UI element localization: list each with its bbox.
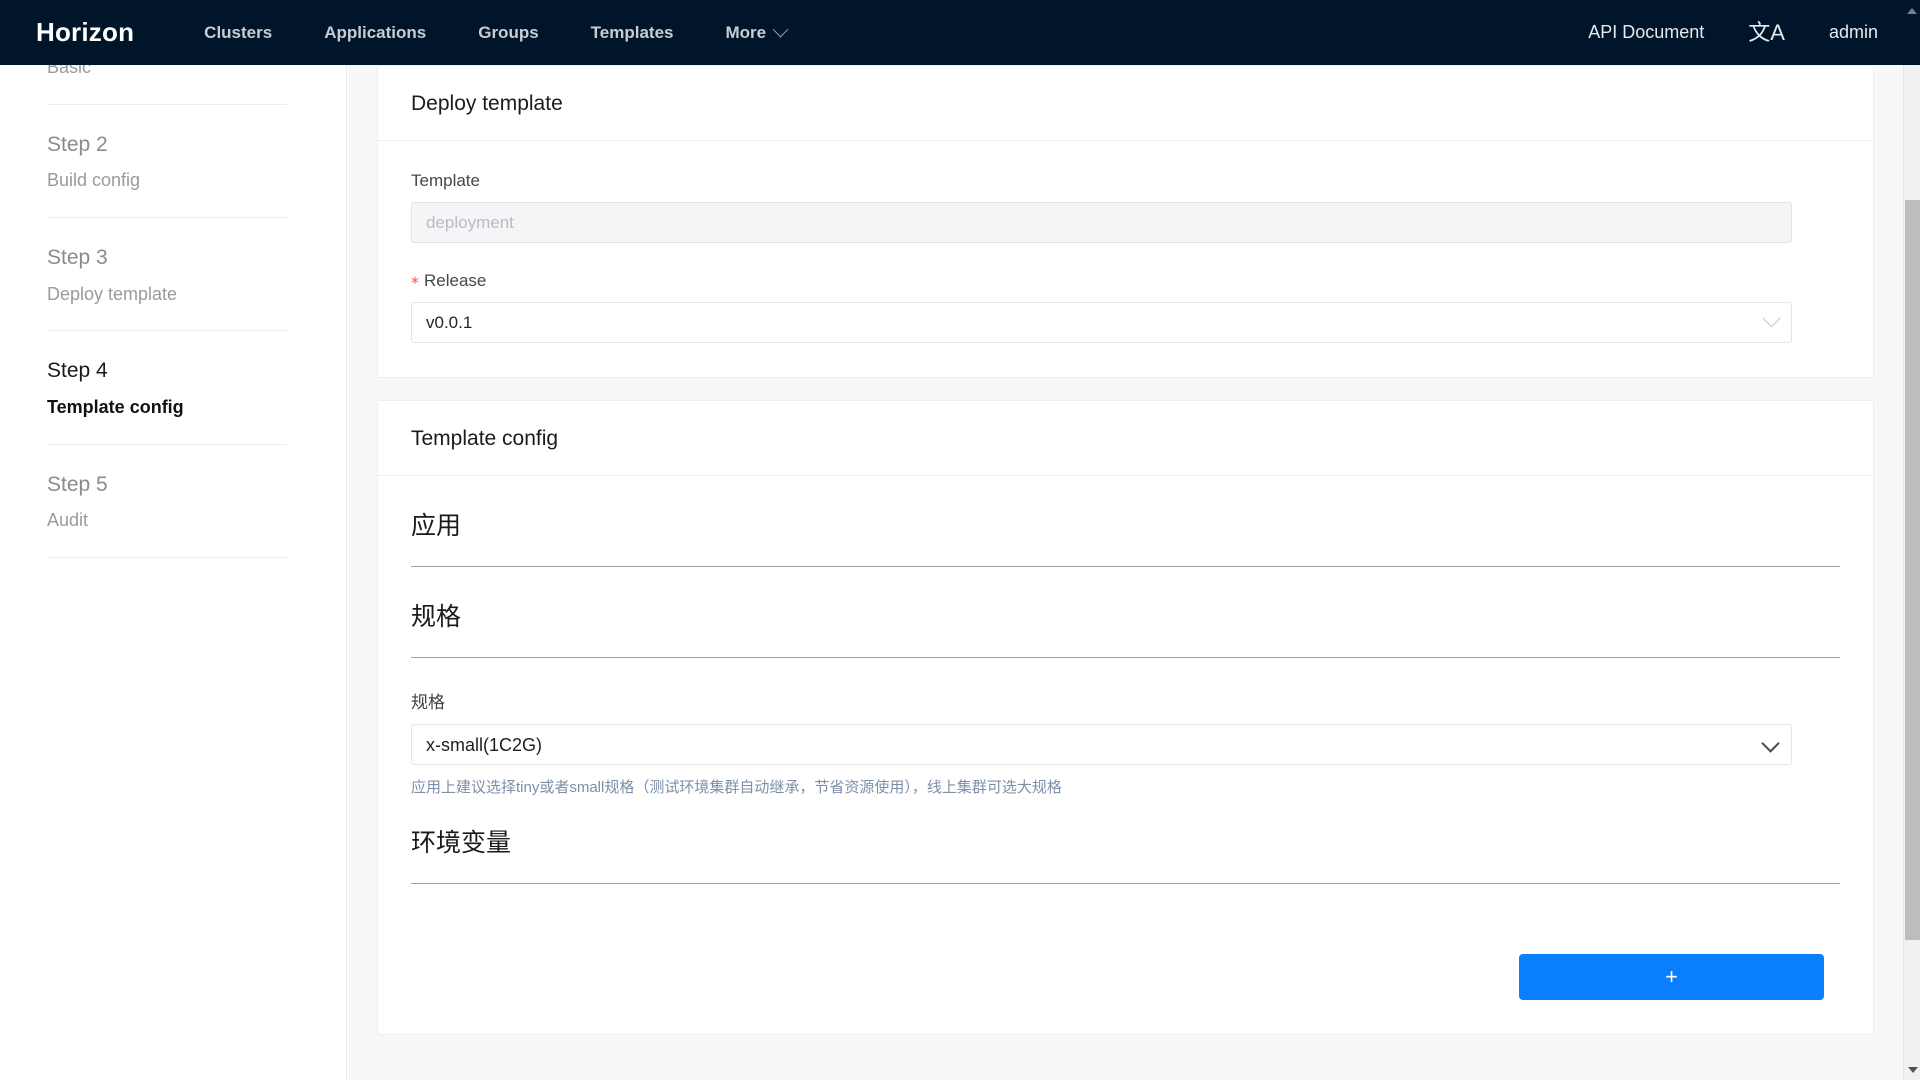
main-nav-links: Clusters Applications Groups Templates M…	[178, 23, 812, 43]
nav-item-more-label: More	[726, 23, 767, 43]
template-field-label: Template	[411, 171, 1840, 191]
nav-item-applications[interactable]: Applications	[298, 23, 452, 43]
nav-item-more[interactable]: More	[700, 23, 813, 43]
nav-item-templates[interactable]: Templates	[565, 23, 700, 43]
chevron-down-icon	[773, 22, 789, 38]
nav-item-groups-label: Groups	[478, 23, 538, 43]
release-field-label-text: Release	[424, 271, 486, 290]
template-input: deployment	[411, 202, 1792, 243]
api-document-link[interactable]: API Document	[1588, 22, 1726, 43]
sidebar-step-4-number: Step 4	[47, 355, 287, 387]
sidebar-step-2[interactable]: Step 2 Build config	[47, 105, 287, 218]
spacer	[411, 797, 1840, 823]
template-config-card: Template config 应用 规格 规格 x-small(1C2G) 应…	[377, 400, 1874, 1035]
deploy-template-card: Deploy template Template deployment * Rel…	[377, 65, 1874, 378]
add-env-variable-row: +	[411, 914, 1840, 1000]
sidebar-step-3-number: Step 3	[47, 242, 287, 274]
main-content-area: Deploy template Template deployment * Rel…	[348, 65, 1903, 1080]
release-field-label: * Release	[411, 271, 1840, 291]
sidebar-step-3-title: Deploy template	[47, 280, 287, 309]
nav-item-groups[interactable]: Groups	[452, 23, 564, 43]
add-env-variable-button[interactable]: +	[1519, 954, 1824, 1000]
sidebar-step-2-title: Build config	[47, 166, 287, 195]
nav-right-group: API Document 文A admin	[1588, 0, 1878, 65]
chevron-down-icon	[1762, 309, 1780, 327]
sidebar-step-3[interactable]: Step 3 Deploy template	[47, 218, 287, 331]
nav-item-applications-label: Applications	[324, 23, 426, 43]
section-heading-application: 应用	[411, 506, 1840, 567]
spec-field-label: 规格	[411, 688, 1840, 713]
top-navigation-bar: Horizon Clusters Applications Groups Tem…	[0, 0, 1920, 65]
spec-select[interactable]: x-small(1C2G)	[411, 724, 1792, 765]
nav-item-templates-label: Templates	[591, 23, 674, 43]
deploy-template-card-body: Template deployment * Release v0.0.1	[378, 141, 1873, 377]
spec-field: 规格 x-small(1C2G) 应用上建议选择tiny或者small规格（测试…	[411, 688, 1840, 797]
sidebar-step-basic-title: Basic	[47, 65, 287, 82]
sidebar-step-5-title: Audit	[47, 506, 287, 535]
template-config-card-body: 应用 规格 规格 x-small(1C2G) 应用上建议选择tiny或者smal…	[378, 476, 1873, 1034]
brand-logo[interactable]: Horizon	[36, 17, 134, 48]
sidebar-step-5-number: Step 5	[47, 469, 287, 501]
deploy-template-card-title: Deploy template	[378, 66, 1873, 141]
nav-item-clusters[interactable]: Clusters	[178, 23, 298, 43]
sidebar-step-4-title: Template config	[47, 393, 287, 422]
release-select-value: v0.0.1	[426, 313, 472, 333]
release-field: * Release v0.0.1	[411, 271, 1840, 343]
required-asterisk-icon: *	[411, 273, 419, 292]
template-config-card-title: Template config	[378, 401, 1873, 476]
user-menu[interactable]: admin	[1807, 22, 1878, 43]
steps-sidebar: Basic Step 2 Build config Step 3 Deploy …	[0, 65, 347, 1080]
vertical-scrollbar[interactable]	[1903, 65, 1920, 1080]
section-heading-specification: 规格	[411, 597, 1840, 658]
scroll-up-arrow-icon[interactable]	[1907, 8, 1917, 14]
sidebar-step-basic[interactable]: Basic	[47, 65, 287, 105]
sidebar-step-4[interactable]: Step 4 Template config	[47, 331, 287, 444]
translate-icon[interactable]: 文A	[1726, 22, 1807, 44]
spec-hint-text: 应用上建议选择tiny或者small规格（测试环境集群自动继承，节省资源使用），…	[411, 776, 1840, 797]
release-select[interactable]: v0.0.1	[411, 302, 1792, 343]
sidebar-step-5[interactable]: Step 5 Audit	[47, 445, 287, 558]
spec-select-wrapper: x-small(1C2G)	[411, 724, 1792, 765]
scroll-down-arrow-icon[interactable]	[1904, 1061, 1920, 1078]
section-heading-env-variables: 环境变量	[411, 823, 1840, 884]
nav-item-clusters-label: Clusters	[204, 23, 272, 43]
scrollbar-thumb[interactable]	[1905, 200, 1920, 940]
sidebar-step-2-number: Step 2	[47, 129, 287, 161]
template-field: Template deployment	[411, 171, 1840, 243]
